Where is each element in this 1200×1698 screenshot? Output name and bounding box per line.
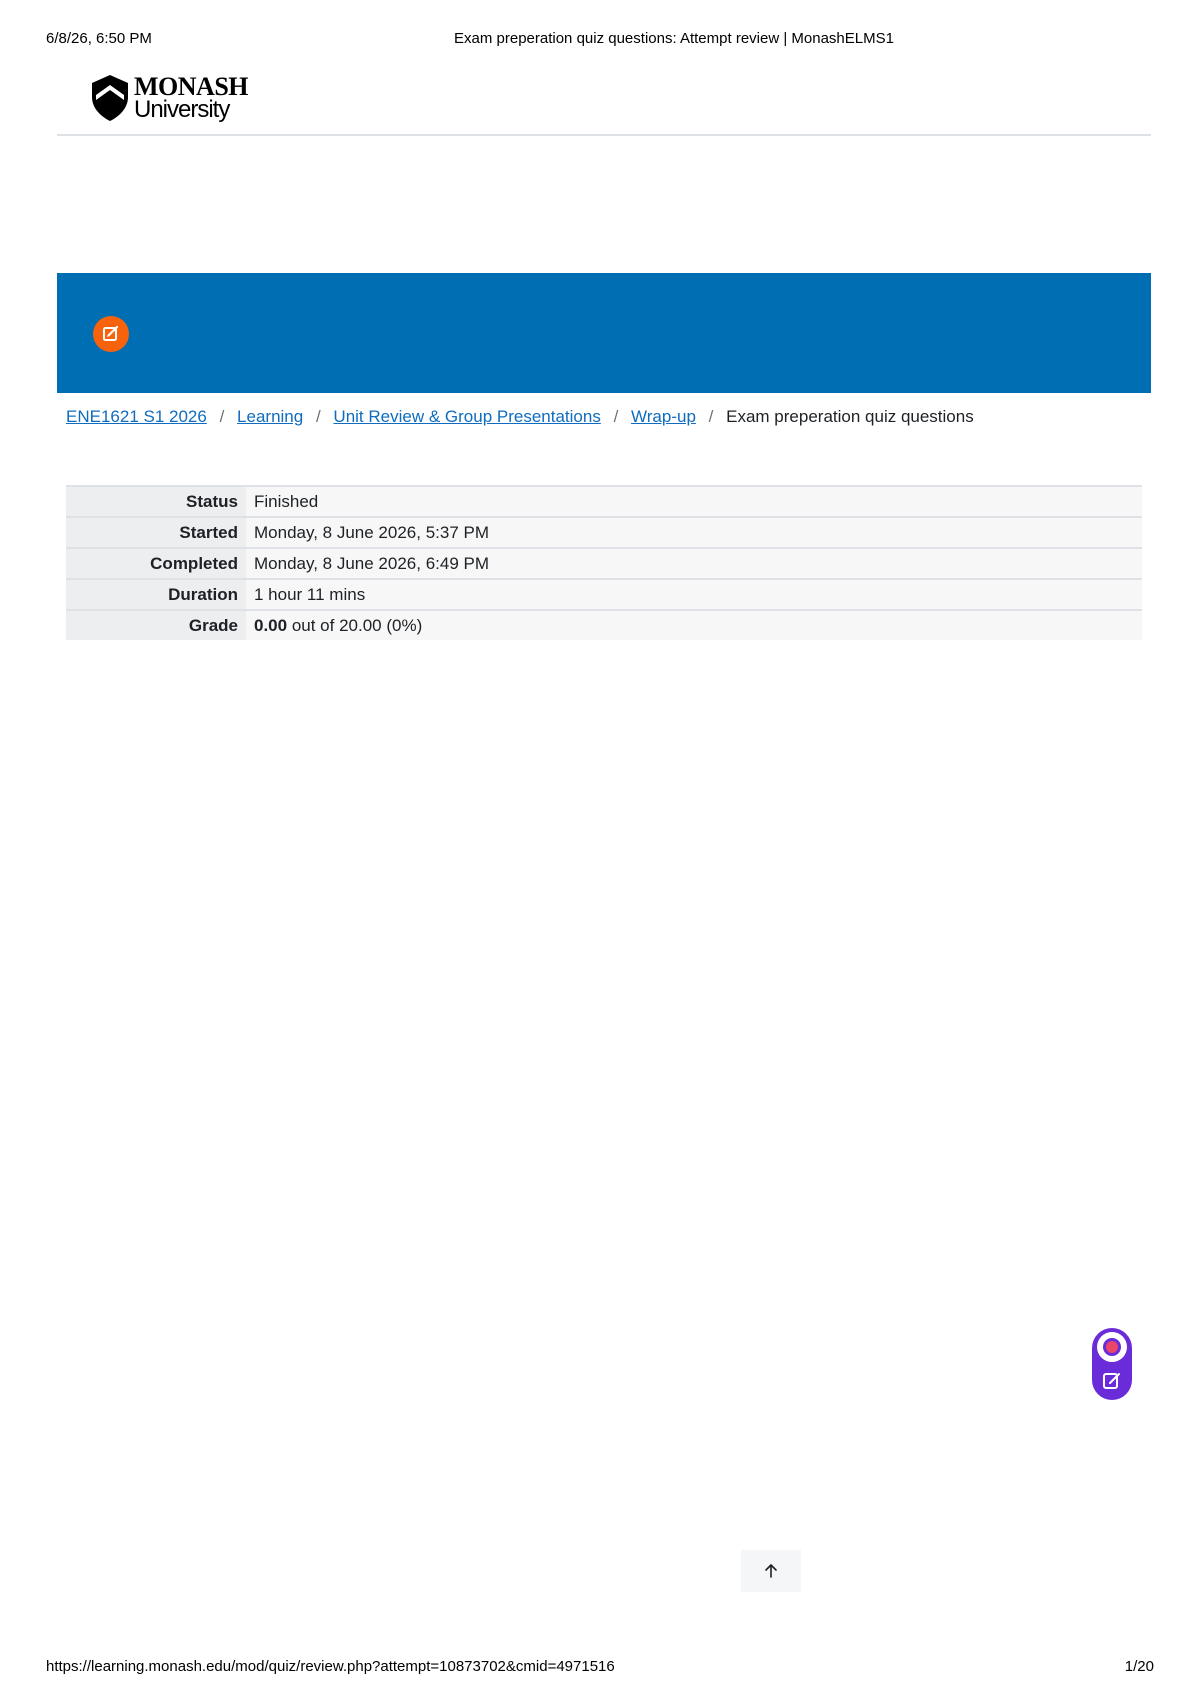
record-icon	[1103, 1338, 1121, 1356]
summary-label-status: Status	[66, 486, 246, 517]
print-datetime: 6/8/26, 6:50 PM	[46, 30, 152, 47]
table-row: Completed Monday, 8 June 2026, 6:49 PM	[66, 548, 1142, 579]
widget-edit-button[interactable]	[1097, 1366, 1127, 1396]
summary-label-completed: Completed	[66, 548, 246, 579]
breadcrumb-course[interactable]: ENE1621 S1 2026	[66, 407, 207, 426]
grade-score: 0.00	[254, 616, 288, 635]
summary-value-started: Monday, 8 June 2026, 5:37 PM	[246, 517, 1142, 548]
page-header-banner	[57, 273, 1151, 393]
summary-label-grade: Grade	[66, 610, 246, 640]
table-row: Status Finished	[66, 486, 1142, 517]
print-page-title: Exam preperation quiz questions: Attempt…	[454, 30, 894, 47]
summary-value-duration: 1 hour 11 mins	[246, 579, 1142, 610]
breadcrumb-separator: /	[315, 407, 321, 426]
brand-wordmark: MONASH University	[134, 74, 249, 123]
breadcrumb-separator: /	[613, 407, 619, 426]
breadcrumb-current: Exam preperation quiz questions	[726, 407, 974, 426]
breadcrumb-unit-review[interactable]: Unit Review & Group Presentations	[333, 407, 600, 426]
print-footer: https://learning.monash.edu/mod/quiz/rev…	[46, 1658, 1154, 1678]
breadcrumb-separator: /	[708, 407, 714, 426]
summary-label-duration: Duration	[66, 579, 246, 610]
print-header: 6/8/26, 6:50 PM Exam preperation quiz qu…	[46, 30, 1154, 50]
back-to-top-button[interactable]	[741, 1550, 801, 1592]
print-page-number: 1/20	[1124, 1658, 1154, 1675]
summary-value-status: Finished	[246, 486, 1142, 517]
grade-out-of: out of 20.00 (0%)	[287, 616, 423, 635]
summary-label-started: Started	[66, 517, 246, 548]
summary-value-completed: Monday, 8 June 2026, 6:49 PM	[246, 548, 1142, 579]
table-row: Duration 1 hour 11 mins	[66, 579, 1142, 610]
brand-line-2: University	[134, 96, 230, 123]
breadcrumb-wrap-up[interactable]: Wrap-up	[631, 407, 696, 426]
widget-record-button[interactable]	[1097, 1332, 1127, 1362]
header-divider	[57, 134, 1151, 136]
monash-logo[interactable]: MONASH University	[90, 70, 260, 126]
floating-assistant-widget	[1092, 1328, 1132, 1400]
table-row: Started Monday, 8 June 2026, 5:37 PM	[66, 517, 1142, 548]
monash-crest-icon	[92, 75, 128, 121]
arrow-up-icon	[765, 1564, 777, 1578]
edit-note-icon	[1103, 1373, 1120, 1389]
summary-value-grade: 0.00 out of 20.00 (0%)	[246, 610, 1142, 640]
breadcrumb-learning[interactable]: Learning	[237, 407, 303, 426]
table-row: Grade 0.00 out of 20.00 (0%)	[66, 610, 1142, 640]
attempt-summary-table: Status Finished Started Monday, 8 June 2…	[66, 485, 1142, 640]
breadcrumb: ENE1621 S1 2026 / Learning / Unit Review…	[66, 407, 1160, 427]
print-url: https://learning.monash.edu/mod/quiz/rev…	[46, 1658, 615, 1675]
quiz-edit-icon	[93, 316, 129, 352]
breadcrumb-separator: /	[219, 407, 225, 426]
